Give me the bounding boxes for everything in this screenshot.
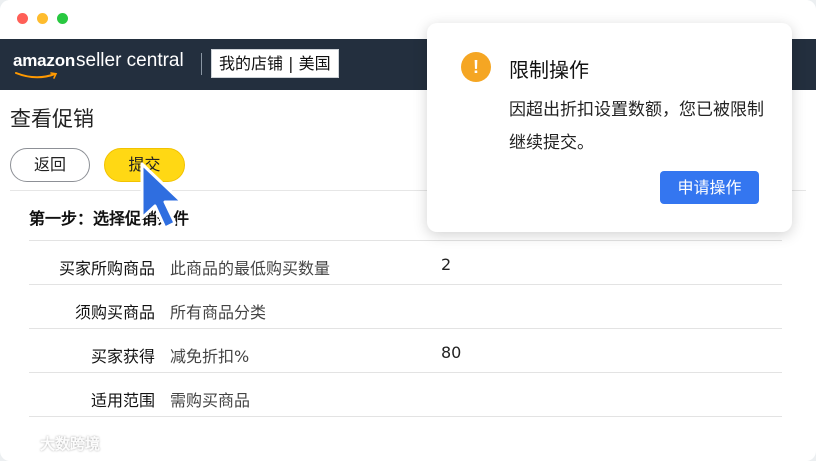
- watermark-text: 大数跨境: [40, 434, 101, 453]
- row-description: 需购买商品: [170, 391, 251, 410]
- row-description: 此商品的最低购买数量: [170, 259, 331, 278]
- row-divider: [29, 284, 782, 285]
- row-description: 所有商品分类: [170, 303, 267, 322]
- seller-central-label: seller central: [76, 50, 184, 71]
- warning-icon: !: [461, 52, 491, 82]
- row-label: 适用范围: [90, 391, 155, 410]
- row-divider: [29, 328, 782, 329]
- row-divider: [29, 416, 782, 417]
- watermark: 大数跨境: [10, 432, 100, 454]
- browser-window: amazon seller central 我的店铺 | 美国 查看促销 返回 …: [0, 0, 816, 461]
- maximize-window-button[interactable]: [57, 13, 68, 24]
- mouse-pointer-icon: [140, 162, 184, 230]
- amazon-logo[interactable]: amazon: [13, 51, 75, 71]
- nav-divider: [201, 53, 202, 75]
- apply-operation-button[interactable]: 申请操作: [660, 171, 759, 204]
- back-button[interactable]: 返回: [10, 148, 90, 182]
- restriction-dialog: ! 限制操作 因超出折扣设置数额，您已被限制继续提交。 申请操作: [427, 23, 792, 232]
- row-divider: [29, 240, 782, 241]
- dialog-message: 因超出折扣设置数额，您已被限制继续提交。: [509, 100, 764, 153]
- close-window-button[interactable]: [17, 13, 28, 24]
- store-selector[interactable]: 我的店铺 | 美国: [211, 49, 339, 78]
- row-label: 须购买商品: [74, 303, 155, 322]
- watermark-logo-icon: [11, 436, 35, 450]
- dialog-title: 限制操作: [509, 58, 589, 82]
- row-label: 买家获得: [90, 347, 155, 366]
- row-divider: [29, 372, 782, 373]
- page-title: 查看促销: [10, 107, 94, 131]
- amazon-smile-icon: [15, 72, 58, 79]
- row-label: 买家所购商品: [58, 259, 155, 278]
- row-description: 减免折扣%: [170, 347, 250, 366]
- row-value: 80: [441, 343, 462, 362]
- minimize-window-button[interactable]: [37, 13, 48, 24]
- row-value: 2: [441, 255, 452, 274]
